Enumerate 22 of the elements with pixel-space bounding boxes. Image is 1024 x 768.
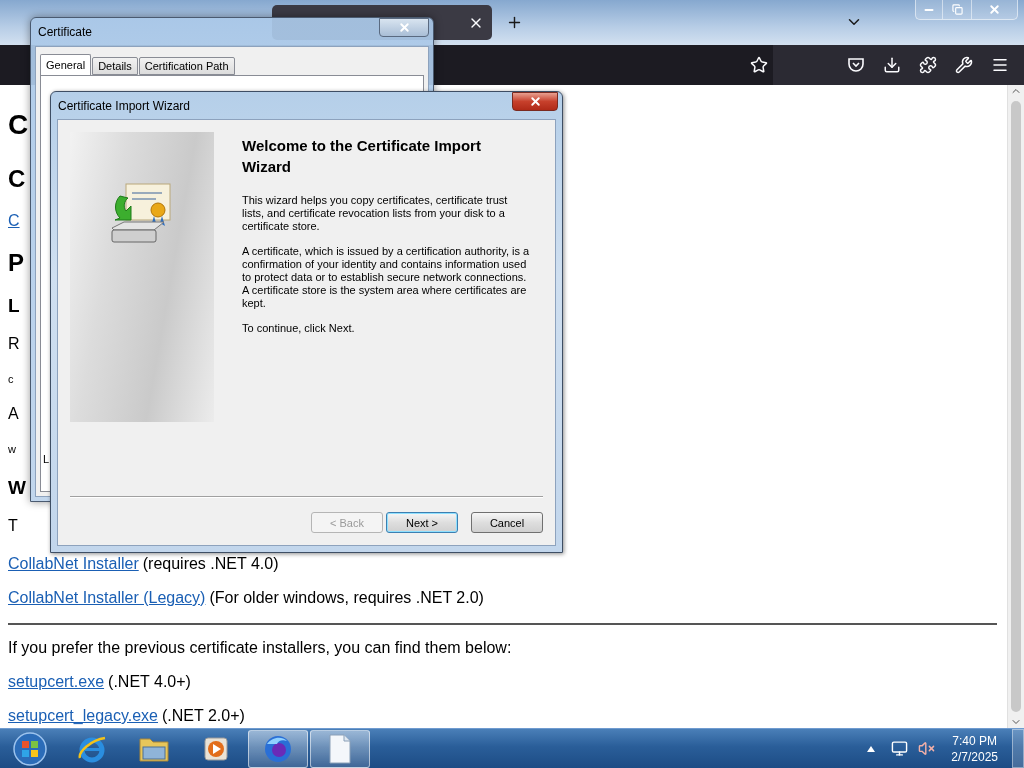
page-text: If you prefer the previous certificate installers, you can find them below: (8, 639, 512, 657)
requirement-text: (.NET 2.0+) (162, 707, 245, 725)
page-heading: C (8, 109, 29, 141)
page-text: A (8, 405, 19, 423)
window-title: Certificate (38, 25, 93, 39)
wizard-paragraph: A certificate, which is issued by a certification authority, is a confirmation of your identity and contains information used to protect data or to establish secure network connections. A certificate store is the system area where certificates are kept. (242, 245, 530, 310)
page-heading: W (8, 477, 26, 499)
wizard-paragraph: To continue, click Next. (242, 322, 356, 335)
page-heading: C (8, 165, 26, 193)
requirement-text: (requires .NET 4.0) (142, 555, 279, 573)
wizard-heading: Welcome to the Certificate Import Wizard (242, 136, 482, 177)
wizard-paragraph: This wizard helps you copy certificates, certificate trust lists, and certificate revocation lists from your disk to a certificate store. (242, 194, 509, 233)
page-heading: P (8, 249, 24, 277)
page-text: c (8, 373, 14, 385)
requirement-text: (.NET 4.0+) (108, 673, 191, 691)
page-heading: L (8, 295, 20, 317)
panel-text: L (43, 453, 51, 465)
requirement-text: (For older windows, requires .NET 2.0) (209, 589, 484, 607)
page-text: w (8, 443, 16, 455)
page-text: R (8, 335, 20, 353)
window-title: Certificate Import Wizard (58, 98, 191, 113)
page-text: T (8, 517, 18, 535)
